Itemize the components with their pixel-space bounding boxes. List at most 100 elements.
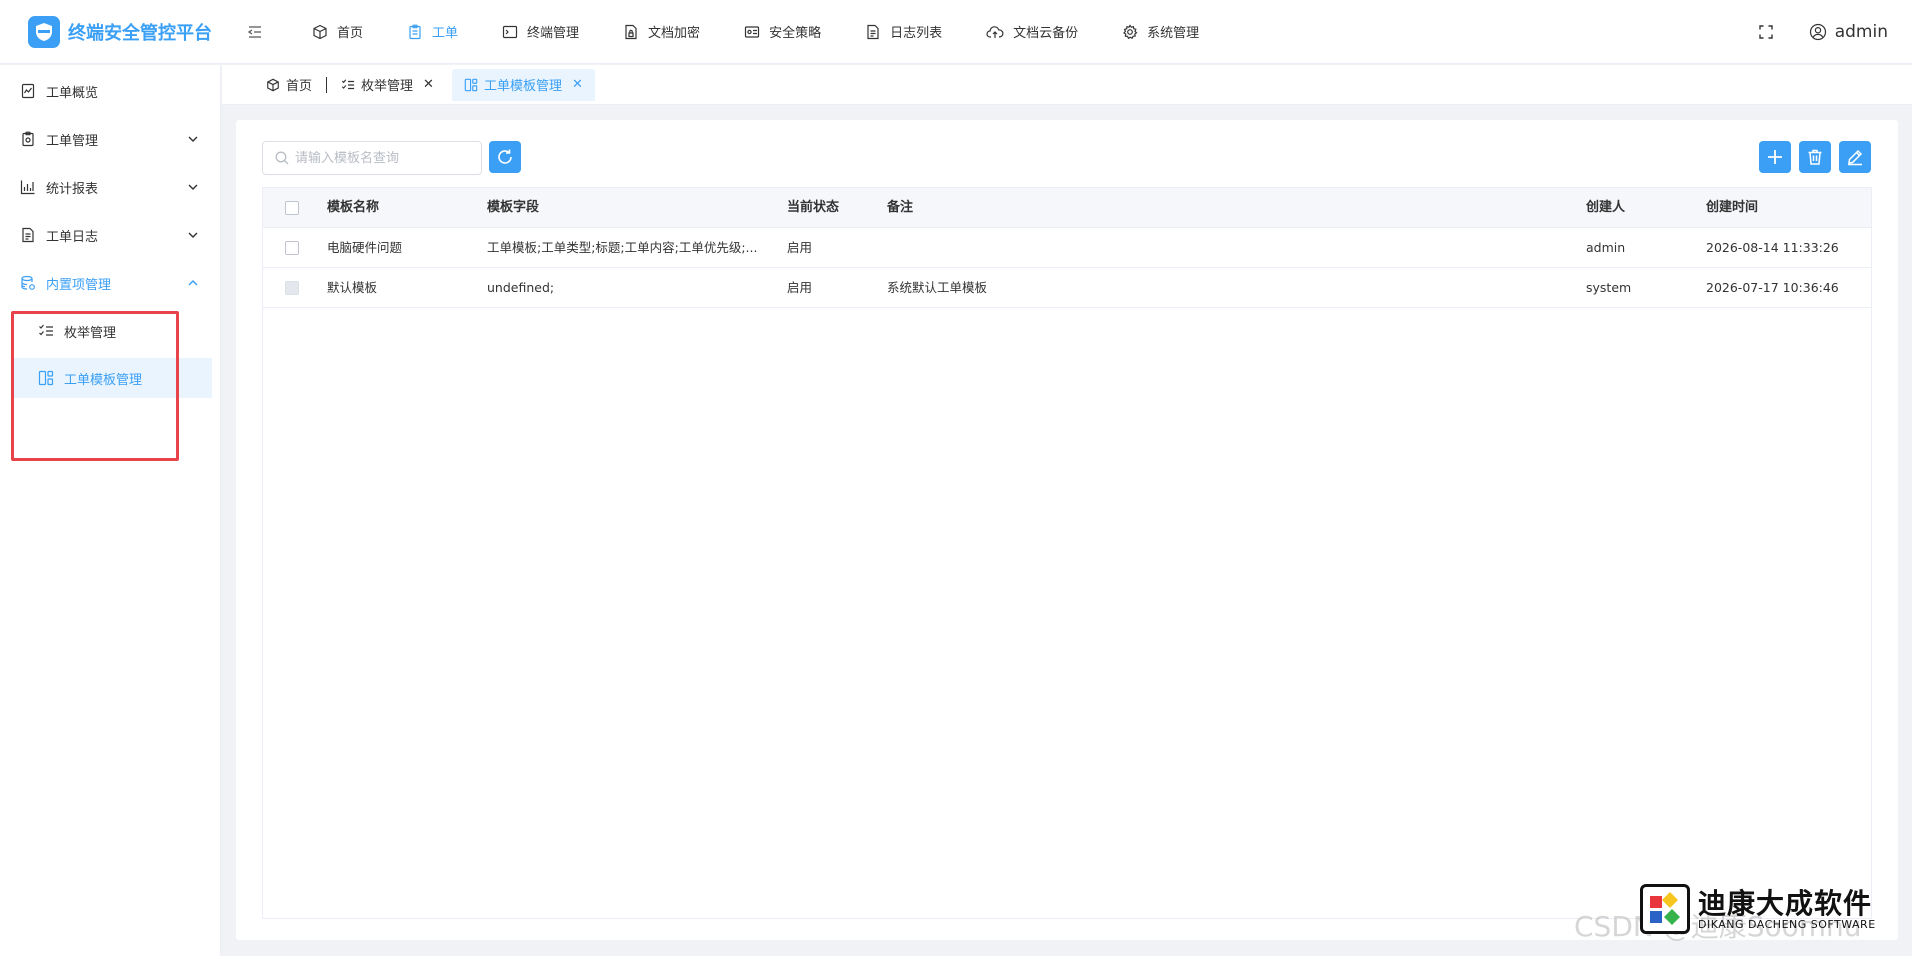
nav-item-label: 日志列表 [890,26,943,41]
content-card: 模板名称 模板字段 当前状态 备注 创建人 创建时间 电脑硬件问题 工单模板;工… [236,120,1898,940]
row-checkbox [285,281,299,295]
search-box[interactable] [262,141,482,175]
cell-status: 启用 [787,240,813,255]
cell-note [887,228,1447,268]
cell-created-time: 2026-08-14 11:33:26 [1706,240,1839,255]
sidebar-item-label: 工单概览 [46,85,99,101]
add-button[interactable] [1759,141,1791,173]
chevron-up-icon [188,280,198,286]
sidebar: 工单概览 工单管理 统计报表 工单日志 内置项管理 枚举管理 工单模板管理 [0,65,221,956]
top-nav: 首页 工单 终端管理 文档加密 安全策略 日志列表 文档云备份 系统管理 [290,0,1221,64]
sidebar-subitem-template[interactable]: 工单模板管理 [12,358,212,398]
table-row[interactable]: 默认模板 undefined; 启用 系统默认工单模板 system 2026-… [263,268,1871,308]
sidebar-item-label: 内置项管理 [46,277,112,293]
header-creator: 创建人 [1586,200,1626,215]
cell-template-field: 工单模板;工单类型;标题;工单内容;工单优先级;... [487,240,758,255]
company-logo-icon [1640,884,1690,934]
header-template-field: 模板字段 [487,200,540,215]
sidebar-item-statistics[interactable]: 统计报表 [0,163,221,211]
nav-item-workorder[interactable]: 工单 [385,0,480,64]
delete-button[interactable] [1799,141,1831,173]
nav-item-terminal[interactable]: 终端管理 [480,0,601,64]
document-icon [867,24,879,39]
refresh-button[interactable] [489,141,521,173]
chevron-down-icon [188,232,198,238]
sidebar-subitem-label: 枚举管理 [64,325,117,341]
edit-button[interactable] [1839,141,1871,173]
id-card-icon [744,25,760,38]
checklist-icon [341,78,355,89]
cube-icon [267,78,279,91]
sidebar-item-label: 工单日志 [46,229,99,245]
collapse-menu-icon[interactable] [240,17,270,47]
nav-item-system[interactable]: 系统管理 [1100,0,1221,64]
cell-template-name: 默认模板 [327,280,378,295]
nav-item-security-policy[interactable]: 安全策略 [722,0,843,64]
sidebar-subitem-label: 工单模板管理 [64,372,143,388]
sidebar-item-label: 工单管理 [46,133,99,149]
nav-item-doc-encrypt[interactable]: 文档加密 [601,0,722,64]
nav-item-label: 系统管理 [1147,26,1200,41]
chart-doc-icon [21,83,35,99]
header-note: 备注 [887,200,914,215]
tab-label: 工单模板管理 [483,79,562,94]
tabs-bar: 首页 枚举管理 ✕ 工单模板管理 ✕ [222,65,1912,105]
cube-icon [313,24,327,39]
brand-title: 终端安全管控平台 [68,22,212,44]
table-row[interactable]: 电脑硬件问题 工单模板;工单类型;标题;工单内容;工单优先级;... 启用 ad… [263,228,1871,268]
tab-enum[interactable]: 枚举管理 ✕ [329,69,446,101]
cell-template-field: undefined; [487,280,555,295]
cell-creator: admin [1586,240,1626,255]
nav-item-log-list[interactable]: 日志列表 [843,0,964,64]
nav-item-label: 文档云备份 [1013,26,1079,41]
refresh-icon [498,149,512,164]
nav-item-cloud-backup[interactable]: 文档云备份 [964,0,1100,64]
trash-icon [1808,149,1822,165]
database-icon [21,275,35,290]
header-created-time: 创建时间 [1706,200,1759,215]
top-header: 终端安全管控平台 首页 工单 终端管理 文档加密 安全策略 日志列表 文档云备份… [0,0,1912,64]
row-checkbox[interactable] [285,241,299,255]
sidebar-item-builtin-manage[interactable]: 内置项管理 [0,259,221,307]
clipboard-icon [409,24,421,39]
cell-template-name: 电脑硬件问题 [327,240,403,255]
tab-label: 首页 [286,79,313,94]
chevron-down-icon [188,136,198,142]
nav-item-label: 终端管理 [527,26,580,41]
sidebar-item-overview[interactable]: 工单概览 [0,67,221,115]
company-subtitle: DIKANG DACHENG SOFTWARE [1698,918,1876,931]
nav-item-home[interactable]: 首页 [290,0,385,64]
fullscreen-icon[interactable] [1751,17,1781,47]
company-watermark: 迪康大成软件 DIKANG DACHENG SOFTWARE [1640,882,1880,938]
plus-icon [1768,150,1782,164]
nav-item-label: 首页 [337,26,364,41]
template-icon [464,78,478,91]
company-name: 迪康大成软件 [1698,887,1873,920]
tab-label: 枚举管理 [361,79,414,94]
nav-item-label: 工单 [432,26,459,41]
sidebar-item-workorder-log[interactable]: 工单日志 [0,211,221,259]
tab-template[interactable]: 工单模板管理 ✕ [451,68,595,101]
search-input[interactable] [295,150,475,166]
nav-item-label: 安全策略 [769,26,822,41]
cell-note: 系统默认工单模板 [887,280,988,295]
sidebar-item-label: 统计报表 [46,181,99,197]
tab-home[interactable]: 首页 [254,69,324,101]
close-icon[interactable]: ✕ [572,77,583,92]
sidebar-subitem-enum[interactable]: 枚举管理 [12,311,212,351]
brand[interactable]: 终端安全管控平台 [0,15,230,48]
template-icon [38,370,54,386]
user-icon [1809,23,1826,41]
cell-creator: system [1586,280,1632,295]
sidebar-item-workorder-manage[interactable]: 工单管理 [0,115,221,163]
select-all-checkbox[interactable] [285,201,299,215]
nav-item-label: 文档加密 [648,26,701,41]
header-status: 当前状态 [787,200,840,215]
clipboard-icon [22,131,34,147]
bar-chart-icon [20,180,35,195]
document-icon [22,227,34,243]
user-menu[interactable]: admin [1809,22,1888,42]
template-table: 模板名称 模板字段 当前状态 备注 创建人 创建时间 电脑硬件问题 工单模板;工… [262,187,1872,919]
brand-logo-icon [28,15,60,48]
close-icon[interactable]: ✕ [423,77,434,92]
